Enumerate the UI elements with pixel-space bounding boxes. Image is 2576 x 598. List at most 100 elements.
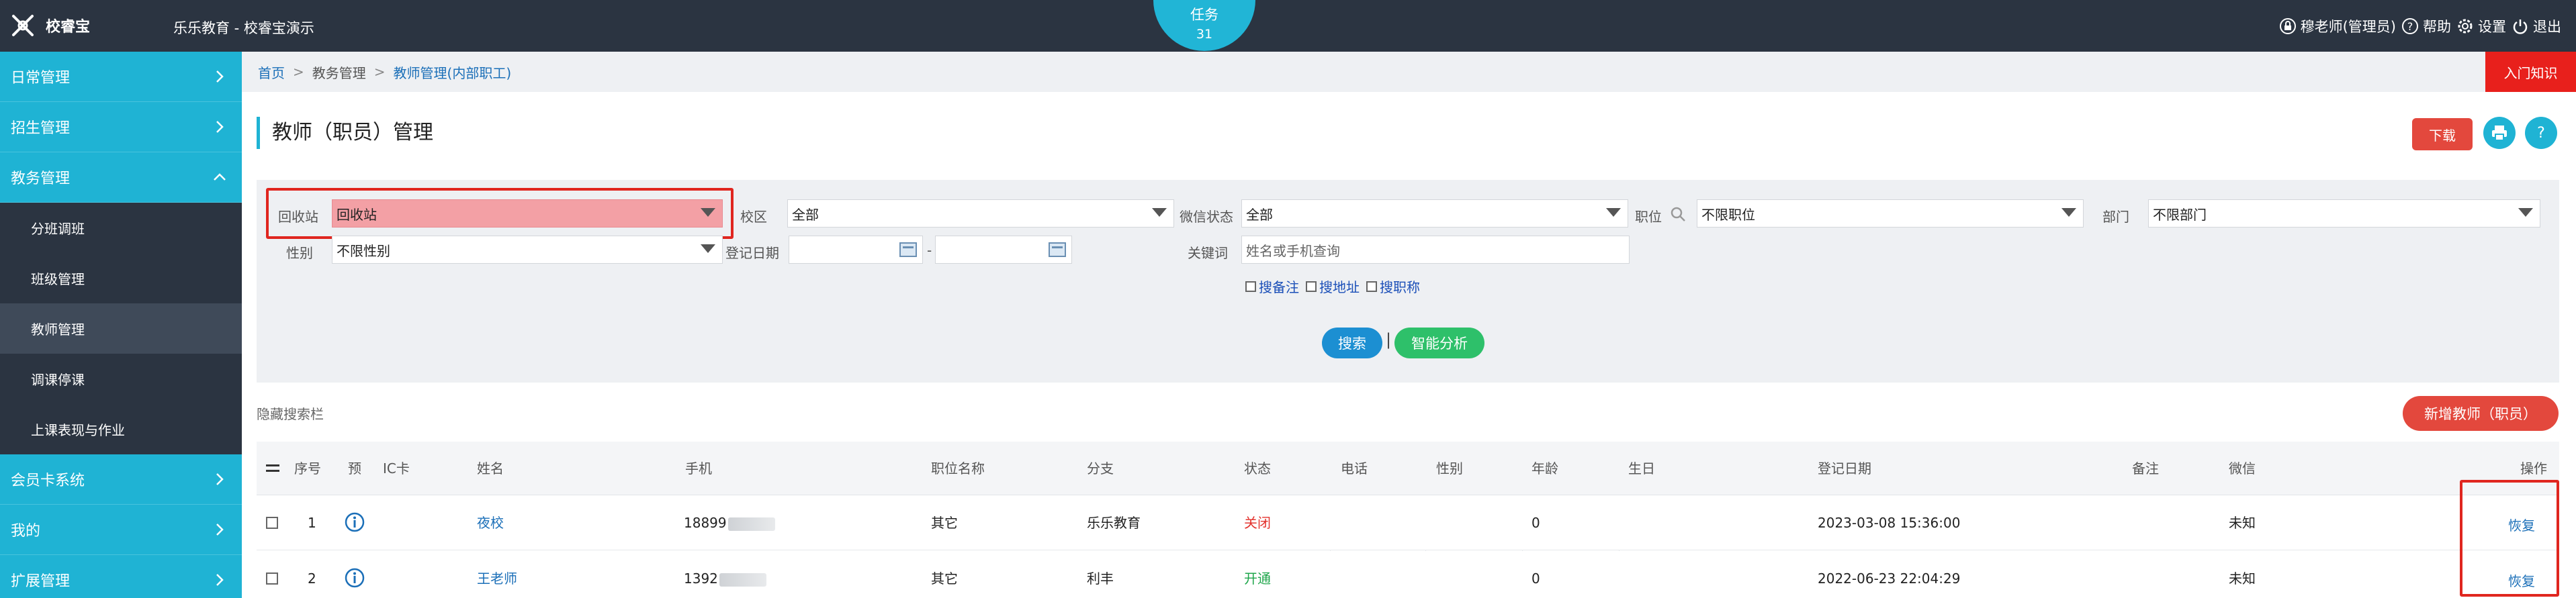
sidebar-item-academic[interactable]: 教务管理 [0,152,242,203]
gender-select[interactable]: 不限性别 [332,236,723,264]
cell-branch: 利丰 [1087,570,1114,587]
sidebar-item-label: 会员卡系统 [11,472,85,489]
task-bubble[interactable]: 任务 31 [1153,0,1255,51]
search-button[interactable]: 搜索 [1322,328,1382,358]
department-select[interactable]: 不限部门 [2148,199,2540,228]
print-button[interactable] [2483,117,2516,149]
page-title: 教师（职员）管理 [257,117,433,149]
info-icon[interactable] [344,567,365,589]
cell-phone-visible: 1392 [684,570,718,587]
question-icon: ? [2402,18,2418,34]
cell-age: 0 [1531,570,1540,587]
header-age: 年龄 [1531,460,1558,477]
cell-seq: 2 [308,570,316,587]
phone-blur [719,572,766,587]
cell-age: 0 [1531,515,1540,531]
sidebar-subitem-reschedule[interactable]: 调课停课 [0,354,242,404]
download-button[interactable]: 下载 [2412,118,2473,150]
row-checkbox[interactable] [266,517,278,529]
checkbox-notes-label[interactable]: 搜备注 [1259,277,1299,296]
settings-link[interactable]: 设置 [2456,16,2506,36]
highlight-box-recycle [266,188,734,239]
wechat-status-select[interactable]: 全部 [1241,199,1628,228]
logout-label: 退出 [2533,19,2561,35]
highlight-box-actions [2460,480,2559,597]
cell-phone-visible: 18899 [684,515,727,531]
help-link[interactable]: ? 帮助 [2401,16,2451,36]
sidebar-item-enrollment[interactable]: 招生管理 [0,102,242,152]
table-header: 序号 预 IC卡 姓名 手机 职位名称 分支 状态 电话 性别 年龄 生日 登记… [257,442,2559,495]
hide-search-toggle[interactable]: 隐藏搜索栏 [257,403,324,423]
sidebar-item-mine[interactable]: 我的 [0,505,242,555]
add-teacher-button[interactable]: 新增教师（职员） [2403,396,2559,431]
search-options: 搜备注 搜地址 搜职称 [1241,277,1420,296]
campus-select[interactable]: 全部 [787,199,1174,228]
search-icon[interactable] [1670,206,1686,222]
cell-status: 关闭 [1244,515,1271,531]
header-name: 姓名 [477,460,504,477]
position-label: 职位 [1635,209,1662,225]
logo-icon [12,15,34,36]
sidebar: 日常管理 招生管理 教务管理 分班调班 班级管理 教师管理 调课停课 上课表现与… [0,52,242,598]
app-title: 乐乐教育 - 校睿宝演示 [173,20,314,36]
logout-link[interactable]: 退出 [2512,16,2561,36]
header-ic: IC卡 [383,460,410,477]
header-branch: 分支 [1087,460,1114,477]
sidebar-item-extension[interactable]: 扩展管理 [0,555,242,598]
reg-date-end-input[interactable] [935,236,1072,264]
gender-select-value: 不限性别 [337,242,390,259]
chevron-up-icon [214,173,226,181]
user-menu[interactable]: 穆老师(管理员) [2279,16,2396,36]
header-tel: 电话 [1341,460,1368,477]
help-button[interactable]: ? [2525,117,2557,149]
chevron-right-icon [216,121,224,133]
sidebar-subitem-performance[interactable]: 上课表现与作业 [0,404,242,454]
position-select-value: 不限职位 [1701,206,1755,223]
header-gender: 性别 [1436,460,1463,477]
sidebar-subitem-teacher-management[interactable]: 教师管理 [0,303,242,354]
cell-name[interactable]: 王老师 [477,551,517,598]
smart-analysis-button[interactable]: 智能分析 [1394,328,1484,358]
calendar-icon[interactable] [1049,242,1066,257]
header-title: 职位名称 [931,460,985,477]
sidebar-item-label: 扩展管理 [11,573,71,590]
reg-date-start-input[interactable] [789,236,923,264]
date-separator: - [927,242,932,258]
menu-icon[interactable] [266,463,279,474]
header-birthday: 生日 [1628,460,1655,477]
sidebar-subitem-class-transfer[interactable]: 分班调班 [0,203,242,253]
breadcrumb-current[interactable]: 教师管理(内部职工) [394,62,512,82]
sidebar-item-daily[interactable]: 日常管理 [0,52,242,102]
cell-status: 开通 [1244,570,1271,587]
checkbox-notes[interactable] [1245,281,1256,292]
breadcrumb-home[interactable]: 首页 [258,62,285,82]
keyword-input[interactable]: 姓名或手机查询 [1241,236,1630,264]
calendar-icon[interactable] [899,242,917,257]
checkbox-address[interactable] [1306,281,1317,292]
position-select[interactable]: 不限职位 [1697,199,2084,228]
header-phone: 手机 [685,460,712,477]
cell-name[interactable]: 夜校 [477,495,504,550]
sidebar-item-membership[interactable]: 会员卡系统 [0,454,242,505]
logo-text: 校睿宝 [46,19,91,36]
department-select-value: 不限部门 [2153,206,2207,223]
row-checkbox[interactable] [266,572,278,585]
table-row[interactable]: 2 王老师 1392 其它 利丰 开通 0 2022-06-23 22:04:2… [257,551,2559,598]
intro-knowledge-button[interactable]: 入门知识 [2485,52,2576,92]
cell-reg-date: 2023-03-08 15:36:00 [1818,515,1961,531]
header-pre: 预 [348,460,361,477]
checkbox-title-label[interactable]: 搜职称 [1380,277,1420,296]
chevron-down-icon [1606,208,1621,217]
sidebar-subitem-class-management[interactable]: 班级管理 [0,253,242,303]
user-name: 穆老师(管理员) [2300,19,2396,35]
table-row[interactable]: 1 夜校 18899 其它 乐乐教育 关闭 0 2023-03-08 15:36… [257,495,2559,550]
sidebar-item-label: 日常管理 [11,70,71,87]
info-icon[interactable] [344,511,365,533]
chevron-right-icon [216,524,224,536]
checkbox-title[interactable] [1366,281,1377,292]
task-label: 任务 [1190,7,1218,23]
cell-phone: 1392 [684,551,766,598]
logo[interactable]: 校睿宝 [9,12,90,39]
breadcrumb: 首页 > 教务管理 > 教师管理(内部职工) [242,52,2576,92]
checkbox-address-label[interactable]: 搜地址 [1319,277,1360,296]
